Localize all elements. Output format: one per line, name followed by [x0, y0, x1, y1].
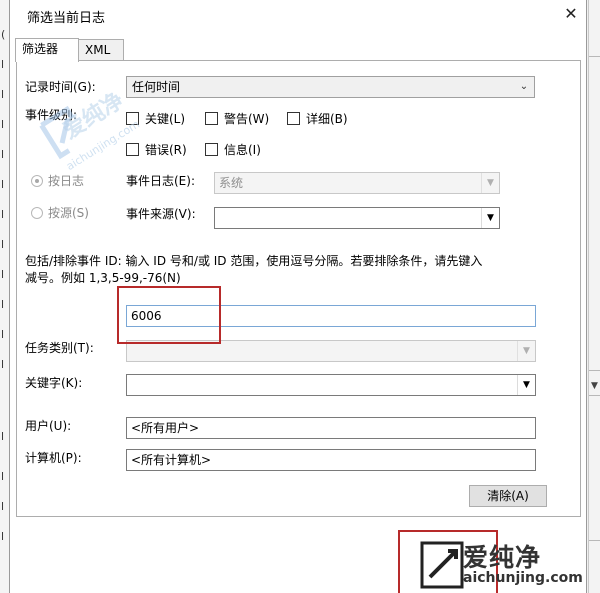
filter-panel: 记录时间(G): 任何时间 ⌄ 事件级别: 关键(L) 警告(W) 详细(B) …	[16, 60, 581, 517]
highlight-box-event-ids	[117, 286, 221, 344]
by-source-radio[interactable]	[31, 207, 43, 219]
clear-button-label: 清除(A)	[487, 489, 529, 503]
information-checkbox[interactable]	[205, 143, 218, 156]
event-ids-example: 减号。例如 1,3,5-99,-76(N)	[25, 271, 181, 285]
tab-filter[interactable]: 筛选器	[15, 38, 79, 62]
tab-xml[interactable]: XML	[78, 39, 124, 60]
user-label: 用户(U):	[25, 419, 72, 433]
event-sources-label: 事件来源(V):	[126, 207, 196, 221]
computer-value: <所有计算机>	[131, 453, 212, 467]
close-icon[interactable]: ✕	[559, 2, 583, 26]
dropdown-arrow-icon: ▼	[517, 375, 535, 395]
event-logs-value: 系统	[219, 176, 244, 190]
user-input[interactable]: <所有用户>	[126, 417, 536, 439]
critical-label: 关键(L)	[145, 112, 186, 126]
verbose-label: 详细(B)	[306, 112, 348, 126]
tab-xml-label: XML	[85, 43, 111, 57]
warning-label: 警告(W)	[224, 112, 270, 126]
clear-button[interactable]: 清除(A)	[469, 485, 547, 507]
background-window-right: ▼	[588, 0, 600, 593]
by-source-label: 按源(S)	[48, 206, 89, 220]
dropdown-arrow-icon: ▼	[481, 208, 499, 228]
computer-label: 计算机(P):	[25, 451, 82, 465]
keywords-select[interactable]: ▼	[126, 374, 536, 396]
tab-filter-label: 筛选器	[22, 42, 59, 56]
error-checkbox[interactable]	[126, 143, 139, 156]
by-log-label: 按日志	[48, 174, 85, 188]
computer-input[interactable]: <所有计算机>	[126, 449, 536, 471]
logo-url: aichunjing.com	[463, 570, 583, 586]
error-label: 错误(R)	[145, 143, 187, 157]
event-ids-description: 包括/排除事件 ID: 输入 ID 号和/或 ID 范围，使用逗号分隔。若要排除…	[25, 254, 483, 268]
by-log-radio[interactable]	[31, 175, 43, 187]
chevron-down-icon: ⌄	[519, 81, 529, 92]
dialog-title: 筛选当前日志	[27, 11, 106, 26]
dropdown-arrow-icon: ▼	[517, 341, 535, 361]
title-bar: 筛选当前日志 ✕	[10, 0, 586, 30]
logged-select-value: 任何时间	[132, 80, 181, 94]
warning-checkbox[interactable]	[205, 112, 218, 125]
dropdown-arrow-icon: ▼	[481, 173, 499, 193]
event-logs-select[interactable]: 系统 ▼	[214, 172, 500, 194]
information-label: 信息(I)	[224, 143, 261, 157]
event-logs-label: 事件日志(E):	[126, 174, 195, 188]
scroll-down-arrow-icon: ▼	[591, 381, 598, 391]
user-value: <所有用户>	[131, 421, 200, 435]
logged-label: 记录时间(G):	[25, 80, 96, 94]
logged-select[interactable]: 任何时间 ⌄	[126, 76, 535, 98]
event-sources-select[interactable]: ▼	[214, 207, 500, 229]
verbose-checkbox[interactable]	[287, 112, 300, 125]
logo-text: 爱纯净	[463, 543, 542, 572]
keywords-label: 关键字(K):	[25, 376, 83, 390]
task-category-label: 任务类别(T):	[25, 341, 94, 355]
filter-current-log-dialog: 筛选当前日志 ✕ 筛选器 XML 记录时间(G): 任何时间 ⌄ 事件级别: 关…	[9, 0, 587, 593]
